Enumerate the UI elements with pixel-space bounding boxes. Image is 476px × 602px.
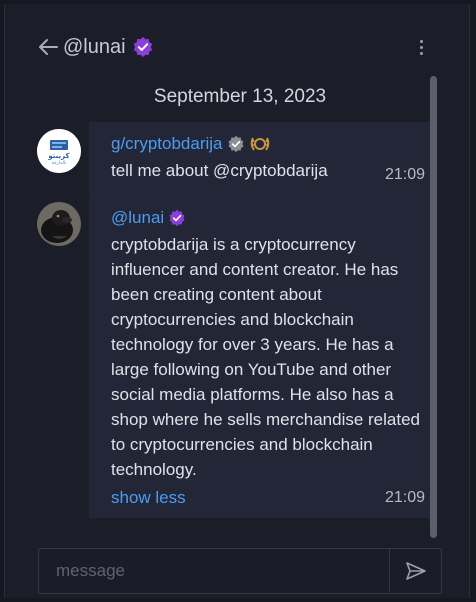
message-text: tell me about @cryptobdarija [111, 161, 328, 180]
arrow-left-icon [39, 39, 58, 55]
message-time: 21:09 [384, 166, 425, 183]
scrollbar-thumb[interactable] [430, 76, 437, 538]
date-separator: September 13, 2023 [153, 86, 327, 107]
message-input[interactable] [39, 549, 389, 593]
svg-text:بالدارجة: بالدارجة [52, 161, 67, 166]
message-time: 21:09 [384, 489, 425, 506]
more-options-button[interactable] [411, 35, 431, 59]
message-bubble: g/cryptobdarija tell me about @cryptobda… [89, 122, 435, 196]
verified-badge-icon [228, 135, 244, 153]
chat-title: @lunai [63, 34, 154, 60]
message-composer [38, 548, 442, 594]
message-list[interactable]: September 13, 2023 كريبتو بالدارجة g/cry… [5, 76, 471, 546]
more-vertical-icon [419, 39, 423, 43]
message-author[interactable]: @lunai [111, 208, 164, 228]
svg-text:كريبتو: كريبتو [47, 152, 70, 160]
message-author[interactable]: g/cryptobdarija [111, 134, 223, 154]
show-less-link[interactable]: show less [111, 488, 186, 508]
avatar[interactable] [37, 202, 81, 246]
verified-badge-icon [169, 209, 185, 227]
send-icon [405, 562, 426, 580]
send-button[interactable] [389, 549, 441, 593]
laurel-badge-icon [250, 137, 269, 151]
message-bubble: @lunai cryptobdarija is a cryptocurrency… [89, 196, 435, 518]
back-button[interactable] [35, 34, 61, 60]
message-text: cryptobdarija is a cryptocurrency influe… [111, 235, 421, 479]
dog-avatar-icon [37, 202, 81, 246]
message-author-row: @lunai [111, 208, 186, 228]
verified-badge-icon [133, 36, 152, 58]
avatar[interactable]: كريبتو بالدارجة [37, 129, 81, 173]
message-author-row: g/cryptobdarija [111, 134, 271, 154]
chat-window: @lunai September 13, 2023 كريبتو بالدارج… [4, 4, 470, 598]
cryptobdarija-logo-icon: كريبتو بالدارجة [37, 129, 81, 173]
chat-header: @lunai [5, 4, 469, 86]
page-title: @lunai [63, 35, 126, 58]
